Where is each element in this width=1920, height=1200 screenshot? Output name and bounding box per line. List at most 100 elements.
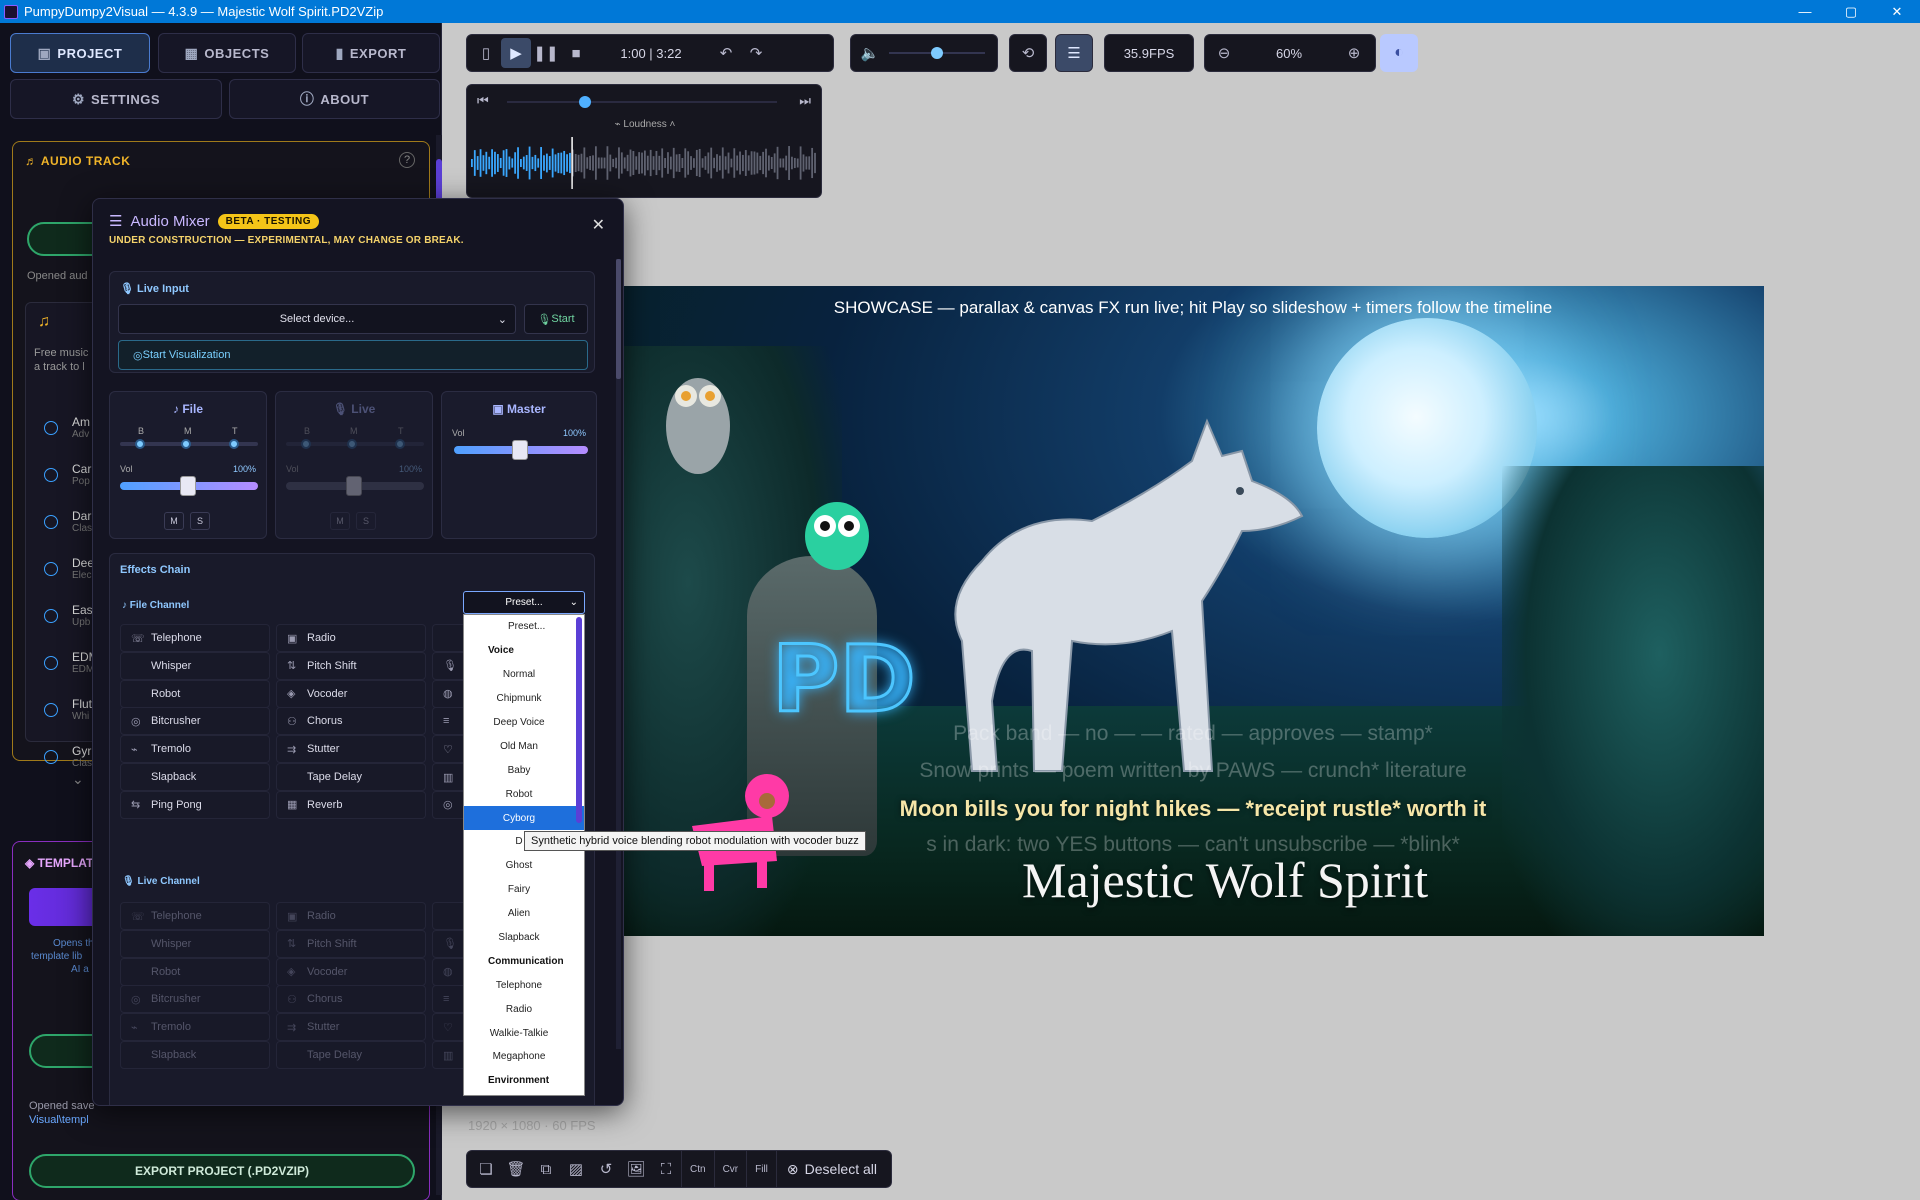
play-circle-icon[interactable] xyxy=(44,421,58,435)
effect-button[interactable]: ☏ Telephone xyxy=(120,624,270,652)
loudness-toggle[interactable]: ⌁ Loudness ˄ xyxy=(467,119,823,130)
tab-objects[interactable]: ▦ OBJECTS xyxy=(158,33,296,73)
scrub-track[interactable] xyxy=(507,101,777,103)
effect-button[interactable]: ☏ Telephone xyxy=(120,902,270,930)
volume-slider[interactable] xyxy=(889,43,985,63)
effect-button[interactable]: Robot xyxy=(120,957,270,986)
play-circle-icon[interactable] xyxy=(44,656,58,670)
zoom-out-icon[interactable]: ⊖ xyxy=(1209,38,1239,68)
dropdown-option[interactable]: Old Man xyxy=(464,734,584,758)
live-solo-button[interactable]: S xyxy=(356,512,376,530)
image-edit-icon[interactable]: ▨ xyxy=(561,1154,591,1184)
zoom-in-icon[interactable]: ⊕ xyxy=(1339,38,1369,68)
bass-knob[interactable] xyxy=(135,439,145,449)
effect-button[interactable]: ⌁ Tremolo xyxy=(120,1013,270,1042)
effect-button[interactable]: Robot xyxy=(120,679,270,708)
dropdown-option[interactable]: Ghost xyxy=(464,854,584,878)
start-visualization-button[interactable]: ◎ Start Visualization xyxy=(118,340,588,370)
contain-button[interactable]: Ctn xyxy=(681,1150,714,1188)
dropdown-option[interactable]: Radio xyxy=(464,997,584,1021)
preset-dropdown-list[interactable]: Preset... Voice Normal Chipmunk Deep Voice Ol… xyxy=(463,614,585,1096)
undo-icon[interactable]: ↶ xyxy=(711,38,741,68)
effect-button[interactable]: Tape Delay xyxy=(276,1041,426,1069)
preset-select[interactable]: Preset... ⌄ xyxy=(463,591,585,614)
reset-icon[interactable]: ↺ xyxy=(591,1154,621,1184)
redo-icon[interactable]: ↷ xyxy=(741,38,771,68)
dropdown-option[interactable]: Preset... xyxy=(464,615,584,639)
skip-back-icon[interactable]: ⏮ xyxy=(477,93,489,109)
tab-about[interactable]: ⓘ ABOUT xyxy=(229,79,440,119)
fill-button[interactable]: Fill xyxy=(746,1150,776,1188)
effect-button[interactable]: ⌁ Tremolo xyxy=(120,735,270,764)
effect-button[interactable]: Whisper xyxy=(120,929,270,958)
scrub-thumb[interactable] xyxy=(579,96,592,108)
dropdown-option[interactable]: Robot xyxy=(464,782,584,806)
tab-project[interactable]: ▣ PROJECT xyxy=(10,33,150,73)
effect-button[interactable]: ⇆ Ping Pong xyxy=(120,790,270,819)
dropdown-option[interactable]: Deep Voice xyxy=(464,711,584,735)
duplicate-icon[interactable]: ⧉ xyxy=(531,1154,561,1184)
help-icon[interactable]: ? xyxy=(399,152,415,168)
play-icon[interactable]: ▶ xyxy=(501,38,531,68)
start-live-button[interactable]: 🎙 Start xyxy=(524,304,588,334)
effect-button[interactable]: ⚇ Chorus xyxy=(276,985,426,1014)
dropdown-option[interactable]: Megaphone xyxy=(464,1045,584,1069)
effect-button[interactable]: ⚇ Chorus xyxy=(276,707,426,736)
effect-button[interactable]: ⇉ Stutter xyxy=(276,1013,426,1042)
live-volume-thumb[interactable] xyxy=(346,476,362,496)
dropdown-option[interactable]: Walkie-Talkie xyxy=(464,1021,584,1045)
dropdown-scrollbar[interactable] xyxy=(576,617,582,823)
cover-button[interactable]: Cvr xyxy=(713,1150,747,1188)
effect-button[interactable]: ▣ Radio xyxy=(276,902,426,930)
play-circle-icon[interactable] xyxy=(44,562,58,576)
layers-icon[interactable]: ❏ xyxy=(471,1154,501,1184)
volume-thumb[interactable] xyxy=(931,47,943,59)
effect-button[interactable]: ▣ Radio xyxy=(276,624,426,652)
effect-button[interactable]: ▦ Reverb xyxy=(276,790,426,819)
effect-button[interactable]: ⇅ Pitch Shift xyxy=(276,651,426,680)
effect-button[interactable]: ◎ Bitcrusher xyxy=(120,985,270,1014)
file-solo-button[interactable]: S xyxy=(190,512,210,530)
dropdown-option[interactable]: Normal xyxy=(464,663,584,687)
play-circle-icon[interactable] xyxy=(44,515,58,529)
export-project-button[interactable]: EXPORT PROJECT (.PD2VZIP) xyxy=(29,1154,415,1188)
mid-knob[interactable] xyxy=(347,439,357,449)
play-circle-icon[interactable] xyxy=(44,750,58,764)
minimize-button[interactable]: — xyxy=(1782,0,1828,23)
stop-icon[interactable]: ■ xyxy=(561,38,591,68)
file-volume-thumb[interactable] xyxy=(180,476,196,496)
dropdown-option[interactable]: Telephone xyxy=(464,973,584,997)
master-volume-thumb[interactable] xyxy=(512,440,528,460)
fullscreen-icon[interactable]: ⛶ xyxy=(651,1154,681,1184)
effect-button[interactable]: Slapback xyxy=(120,1041,270,1069)
loop-icon[interactable]: ⟲ xyxy=(1013,38,1043,68)
mixer-scroll-thumb[interactable] xyxy=(616,259,621,379)
skip-forward-icon[interactable]: ⏭ xyxy=(799,93,811,109)
effect-button[interactable]: ⇉ Stutter xyxy=(276,735,426,764)
dropdown-option[interactable]: Slapback xyxy=(464,926,584,950)
effect-button[interactable]: Tape Delay xyxy=(276,763,426,791)
effect-button[interactable]: ◎ Bitcrusher xyxy=(120,707,270,736)
effect-button[interactable]: Slapback xyxy=(120,763,270,791)
bass-knob[interactable] xyxy=(301,439,311,449)
live-mute-button[interactable]: M xyxy=(330,512,350,530)
close-mixer-button[interactable]: ✕ xyxy=(592,215,605,235)
chevron-down-icon[interactable]: ⌄ xyxy=(72,771,84,788)
tab-export[interactable]: ▮ EXPORT xyxy=(302,33,440,73)
theme-toggle-icon[interactable]: ◐ xyxy=(1380,34,1418,72)
sliders-icon[interactable]: ☰ xyxy=(1059,38,1089,68)
mid-knob[interactable] xyxy=(181,439,191,449)
effect-button[interactable]: ◈ Vocoder xyxy=(276,957,426,986)
dropdown-option[interactable]: Fairy xyxy=(464,878,584,902)
dropdown-option[interactable]: Chipmunk xyxy=(464,687,584,711)
sidebar-toggle-icon[interactable]: ▯ xyxy=(471,38,501,68)
deselect-all-button[interactable]: ⊗ Deselect all xyxy=(775,1150,887,1188)
dropdown-option[interactable]: Alien xyxy=(464,902,584,926)
file-mute-button[interactable]: M xyxy=(164,512,184,530)
effect-button[interactable]: ⇅ Pitch Shift xyxy=(276,929,426,958)
play-circle-icon[interactable] xyxy=(44,609,58,623)
speaker-icon[interactable]: 🔈 xyxy=(855,38,885,68)
trash-icon[interactable]: 🗑 xyxy=(501,1154,531,1184)
dropdown-option[interactable]: Baby xyxy=(464,758,584,782)
play-circle-icon[interactable] xyxy=(44,703,58,717)
